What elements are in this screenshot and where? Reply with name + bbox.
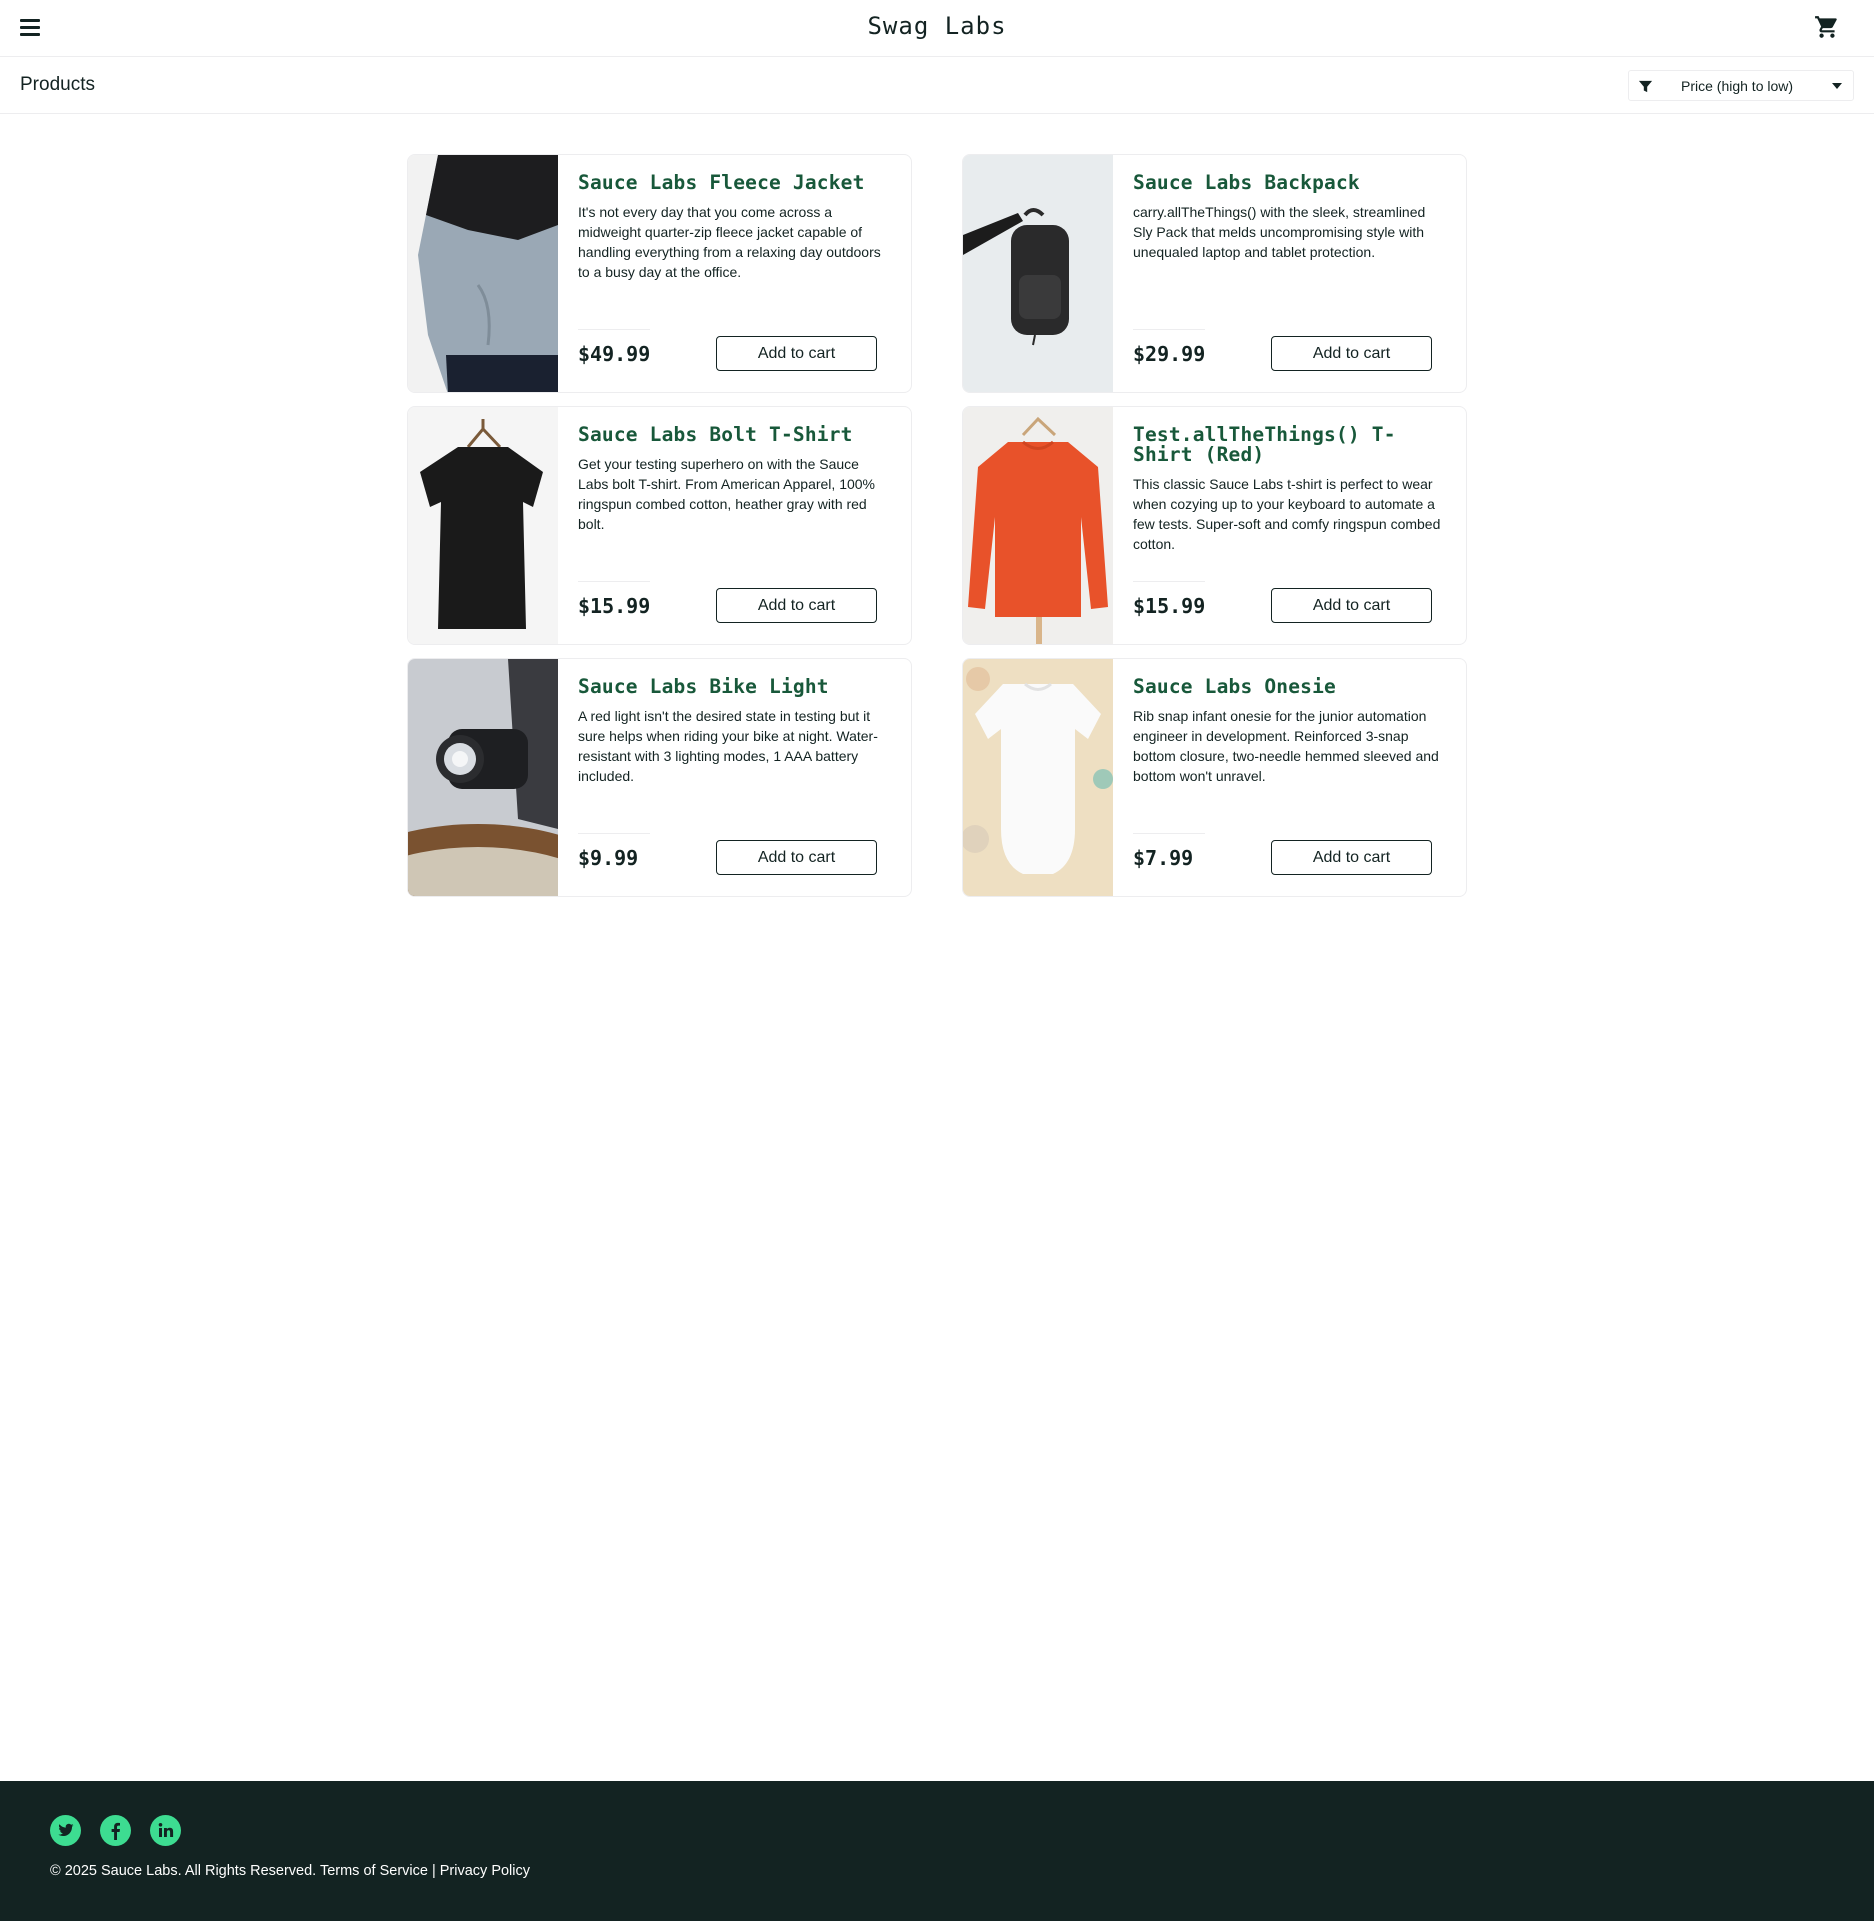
product-image-bolt-t-shirt[interactable] (408, 407, 558, 644)
shopping-cart-icon[interactable] (1814, 14, 1840, 40)
filter-icon (1638, 80, 1653, 93)
app-header: Swag Labs (0, 0, 1874, 57)
add-to-cart-button[interactable]: Add to cart (716, 840, 877, 875)
add-to-cart-button[interactable]: Add to cart (716, 336, 877, 371)
product-description: carry.allTheThings() with the sleek, str… (1133, 204, 1426, 260)
product-price: $49.99 (578, 342, 651, 366)
product-image-fleece-jacket[interactable] (408, 155, 558, 392)
add-to-cart-button[interactable]: Add to cart (716, 588, 877, 623)
linkedin-icon[interactable] (150, 1815, 181, 1846)
divider (578, 833, 650, 834)
divider (578, 329, 650, 330)
product-image-onesie[interactable] (963, 659, 1113, 896)
inventory-item: Sauce Labs Bolt T-Shirt Get your testing… (407, 406, 912, 645)
twitter-icon[interactable] (50, 1815, 81, 1846)
product-price: $29.99 (1133, 342, 1206, 366)
product-price: $15.99 (1133, 594, 1206, 618)
divider (1133, 581, 1205, 582)
product-description: Get your testing superhero on with the S… (578, 456, 875, 532)
product-name[interactable]: Test.allTheThings() T-Shirt (Red) (1133, 425, 1443, 465)
app-title: Swag Labs (867, 12, 1007, 40)
footer-copyright: © 2025 Sauce Labs. All Rights Reserved. … (50, 1863, 531, 1879)
product-description: It's not every day that you come across … (578, 204, 881, 280)
footer: © 2025 Sauce Labs. All Rights Reserved. … (0, 1781, 1874, 1921)
chevron-down-icon (1832, 83, 1842, 89)
facebook-icon[interactable] (100, 1815, 131, 1846)
product-name[interactable]: Sauce Labs Fleece Jacket (578, 173, 888, 193)
product-price: $7.99 (1133, 846, 1194, 870)
product-price: $15.99 (578, 594, 651, 618)
product-description: A red light isn't the desired state in t… (578, 708, 878, 784)
product-image-red-t-shirt[interactable] (963, 407, 1113, 644)
inventory-list: Sauce Labs Fleece Jacket It's not every … (407, 154, 1467, 897)
product-name[interactable]: Sauce Labs Bolt T-Shirt (578, 425, 888, 445)
sort-selected-value: Price (high to low) (1681, 78, 1794, 94)
add-to-cart-button[interactable]: Add to cart (1271, 336, 1432, 371)
product-image-backpack[interactable] (963, 155, 1113, 392)
divider (578, 581, 650, 582)
divider (1133, 329, 1205, 330)
inventory-item: Sauce Labs Backpack carry.allTheThings()… (962, 154, 1467, 393)
secondary-header: Products Price (high to low) (0, 57, 1874, 114)
inventory-item: Sauce Labs Fleece Jacket It's not every … (407, 154, 912, 393)
product-description: Rib snap infant onesie for the junior au… (1133, 708, 1439, 784)
sort-select[interactable]: Price (high to low) (1628, 70, 1854, 101)
inventory-item: Sauce Labs Onesie Rib snap infant onesie… (962, 658, 1467, 897)
product-name[interactable]: Sauce Labs Onesie (1133, 677, 1443, 697)
inventory-item: Sauce Labs Bike Light A red light isn't … (407, 658, 912, 897)
add-to-cart-button[interactable]: Add to cart (1271, 588, 1432, 623)
inventory-item: Test.allTheThings() T-Shirt (Red) This c… (962, 406, 1467, 645)
page-title: Products (20, 74, 95, 95)
product-image-bike-light[interactable] (408, 659, 558, 896)
product-name[interactable]: Sauce Labs Bike Light (578, 677, 888, 697)
add-to-cart-button[interactable]: Add to cart (1271, 840, 1432, 875)
product-name[interactable]: Sauce Labs Backpack (1133, 173, 1443, 193)
divider (1133, 833, 1205, 834)
product-description: This classic Sauce Labs t-shirt is perfe… (1133, 476, 1441, 552)
product-price: $9.99 (578, 846, 639, 870)
